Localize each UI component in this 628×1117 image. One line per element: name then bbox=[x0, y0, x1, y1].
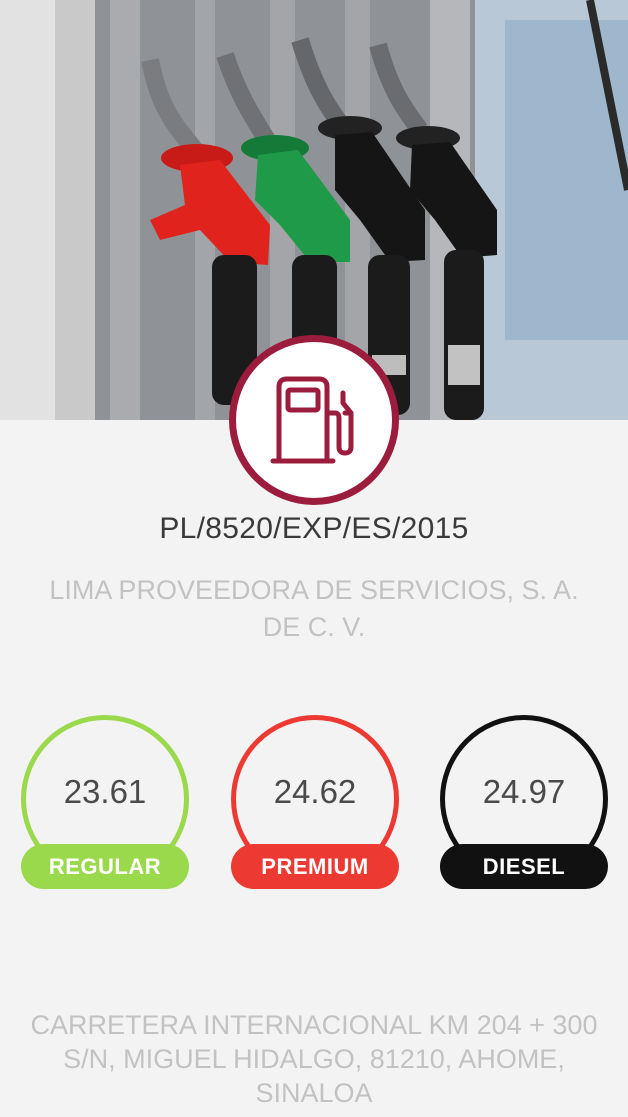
company-name: LIMA PROVEEDORA DE SERVICIOS, S. A. DE C… bbox=[49, 575, 579, 642]
price-value: 24.62 bbox=[273, 773, 357, 810]
fuel-pump-icon bbox=[270, 376, 354, 464]
price-value: 23.61 bbox=[63, 773, 147, 810]
price-value: 24.97 bbox=[482, 773, 566, 810]
fuel-label: PREMIUM bbox=[231, 844, 399, 889]
fuel-label: DIESEL bbox=[440, 844, 608, 889]
price-premium: 24.62 PREMIUM bbox=[231, 715, 399, 891]
price-diesel: 24.97 DIESEL bbox=[440, 715, 608, 891]
station-address: CARRETERA INTERNACIONAL KM 204 + 300 S/N… bbox=[30, 1010, 598, 1108]
fuel-label: REGULAR bbox=[21, 844, 189, 889]
station-badge bbox=[229, 335, 399, 505]
price-regular: 23.61 REGULAR bbox=[21, 715, 189, 891]
permit-number: PL/8520/EXP/ES/2015 bbox=[159, 512, 469, 545]
station-detail-screen: PL/8520/EXP/ES/2015 LIMA PROVEEDORA DE S… bbox=[0, 0, 628, 1117]
